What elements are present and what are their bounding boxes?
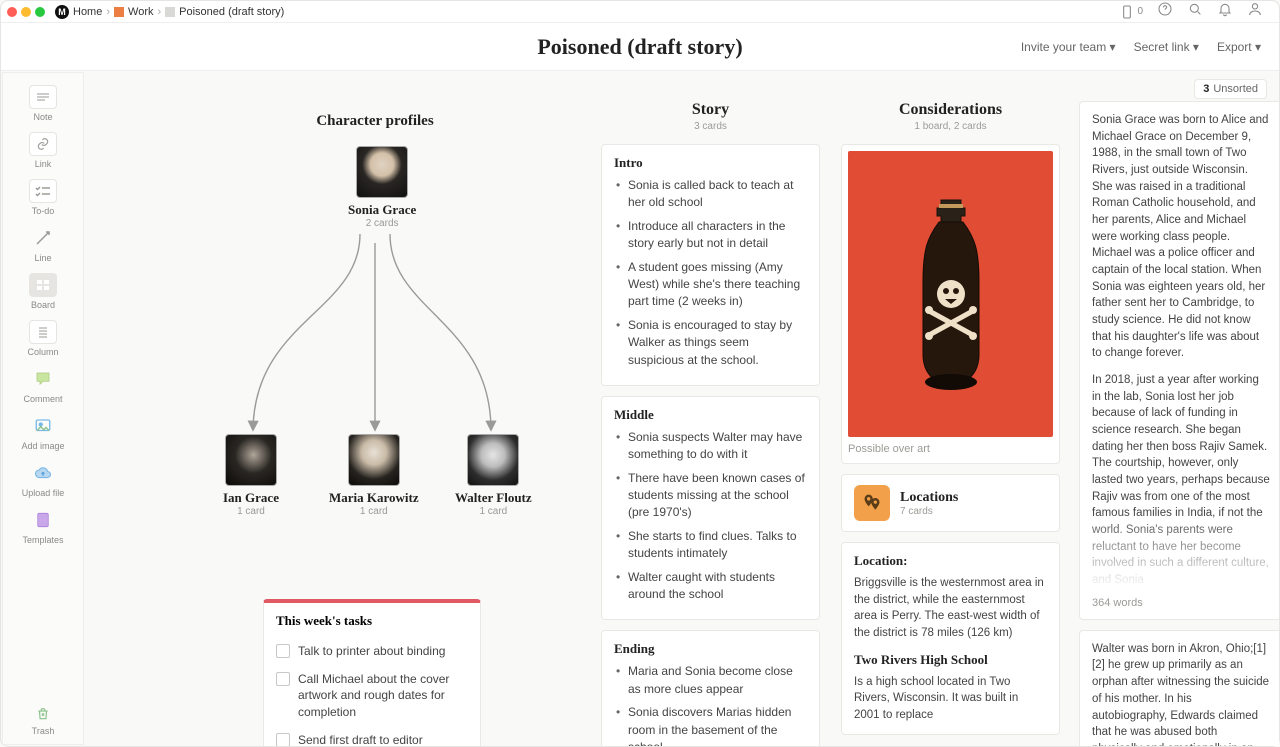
notes-column: Sonia Grace was born to Alice and Michae…: [1079, 101, 1279, 746]
location-details-card[interactable]: Location: Briggsville is the westernmost…: [841, 542, 1060, 735]
list-item: Introduce all characters in the story ea…: [614, 218, 807, 253]
poison-bottle-image: [848, 151, 1053, 437]
checkbox[interactable]: [276, 644, 290, 658]
image-caption: Possible over art: [848, 437, 1053, 457]
home-icon[interactable]: M: [55, 5, 69, 19]
chevron-right-icon: ›: [106, 6, 110, 18]
task-item[interactable]: Talk to printer about binding: [276, 637, 468, 665]
draft-color-icon: [165, 7, 175, 17]
user-icon[interactable]: [1247, 1, 1263, 22]
tool-add-image[interactable]: Add image: [3, 410, 83, 455]
locations-card[interactable]: Locations 7 cards: [841, 474, 1060, 532]
list-item: Sonia is encouraged to stay by Walker as…: [614, 317, 807, 369]
tool-line[interactable]: Line: [3, 222, 83, 267]
window-close-dot[interactable]: [7, 7, 17, 17]
list-item: There have been known cases of students …: [614, 470, 807, 522]
word-count: 364 words: [1092, 597, 1270, 609]
tool-sidebar: Note Link To-do Line Board Column Commen…: [2, 72, 84, 745]
breadcrumb: M Home › Work › Poisoned (draft story): [55, 5, 284, 19]
chevron-right-icon: ›: [157, 6, 161, 18]
tool-comment[interactable]: Comment: [3, 363, 83, 408]
column-title: Story: [601, 101, 820, 119]
list-item: Sonia discovers Marias hidden room in th…: [614, 704, 807, 746]
unsorted-badge[interactable]: 3Unsorted: [1194, 79, 1267, 99]
note-card-walter[interactable]: Walter was born in Akron, Ohio;[1][2] he…: [1079, 630, 1279, 746]
tool-link[interactable]: Link: [3, 128, 83, 173]
list-item: Sonia is called back to teach at her old…: [614, 177, 807, 212]
window-zoom-dot[interactable]: [35, 7, 45, 17]
character-ian[interactable]: Ian Grace 1 card: [223, 434, 279, 517]
secret-link-button[interactable]: Secret link ▾: [1134, 40, 1199, 54]
location-pin-icon: [854, 485, 890, 521]
poster-card[interactable]: Possible over art: [841, 144, 1060, 464]
breadcrumb-draft[interactable]: Poisoned (draft story): [179, 6, 284, 18]
considerations-column: Considerations 1 board, 2 cards: [841, 101, 1060, 745]
tasks-title: This week's tasks: [276, 613, 468, 629]
help-icon[interactable]: [1157, 1, 1173, 22]
avatar: [467, 434, 519, 486]
main-area: Note Link To-do Line Board Column Commen…: [1, 71, 1279, 746]
device-icon[interactable]: 0: [1119, 1, 1143, 22]
invite-team-button[interactable]: Invite your team ▾: [1021, 40, 1116, 54]
character-walter[interactable]: Walter Floutz 1 card: [455, 434, 532, 517]
list-item: She starts to find clues. Talks to stude…: [614, 528, 807, 563]
page-header: Poisoned (draft story) Invite your team …: [1, 23, 1279, 71]
tasks-card[interactable]: This week's tasks Talk to printer about …: [263, 599, 481, 746]
breadcrumb-work[interactable]: Work: [128, 6, 153, 18]
note-card-sonia[interactable]: Sonia Grace was born to Alice and Michae…: [1079, 101, 1279, 620]
story-ending-card[interactable]: Ending Maria and Sonia become close as m…: [601, 630, 820, 746]
tool-note[interactable]: Note: [3, 81, 83, 126]
search-icon[interactable]: [1187, 1, 1203, 22]
export-button[interactable]: Export ▾: [1217, 40, 1261, 54]
character-profiles-title: Character profiles: [205, 113, 545, 130]
checkbox[interactable]: [276, 733, 290, 746]
list-item: Walter caught with students around the s…: [614, 569, 807, 604]
bell-icon[interactable]: [1217, 1, 1233, 22]
story-intro-card[interactable]: Intro Sonia is called back to teach at h…: [601, 144, 820, 386]
column-title: Considerations: [841, 101, 1060, 119]
column-subtitle: 1 board, 2 cards: [841, 121, 1060, 132]
work-color-icon: [114, 7, 124, 17]
story-middle-card[interactable]: Middle Sonia suspects Walter may have so…: [601, 396, 820, 621]
task-item[interactable]: Send first draft to editor: [276, 726, 468, 746]
list-item: Maria and Sonia become close as more clu…: [614, 663, 807, 698]
avatar: [225, 434, 277, 486]
tool-board[interactable]: Board: [3, 269, 83, 314]
macos-titlebar: M Home › Work › Poisoned (draft story) 0: [1, 1, 1279, 23]
window-minimize-dot[interactable]: [21, 7, 31, 17]
avatar: [356, 146, 408, 198]
tool-upload[interactable]: Upload file: [3, 457, 83, 502]
breadcrumb-home[interactable]: Home: [73, 6, 102, 18]
checkbox[interactable]: [276, 672, 290, 686]
character-sonia[interactable]: Sonia Grace 2 cards: [348, 146, 416, 229]
character-maria[interactable]: Maria Karowitz 1 card: [329, 434, 419, 517]
tool-templates[interactable]: Templates: [3, 504, 83, 549]
task-item[interactable]: Call Michael about the cover artwork and…: [276, 665, 468, 726]
tool-column[interactable]: Column: [3, 316, 83, 361]
tool-trash[interactable]: Trash: [32, 699, 55, 744]
tool-todo[interactable]: To-do: [3, 175, 83, 220]
story-column: Story 3 cards Intro Sonia is called back…: [601, 101, 820, 746]
topbar-icons: 0: [1119, 1, 1273, 22]
avatar: [348, 434, 400, 486]
board-canvas[interactable]: 3Unsorted Character profiles Sonia Grace…: [85, 71, 1279, 746]
list-item: Sonia suspects Walter may have something…: [614, 429, 807, 464]
column-subtitle: 3 cards: [601, 121, 820, 132]
list-item: A student goes missing (Amy West) while …: [614, 259, 807, 311]
